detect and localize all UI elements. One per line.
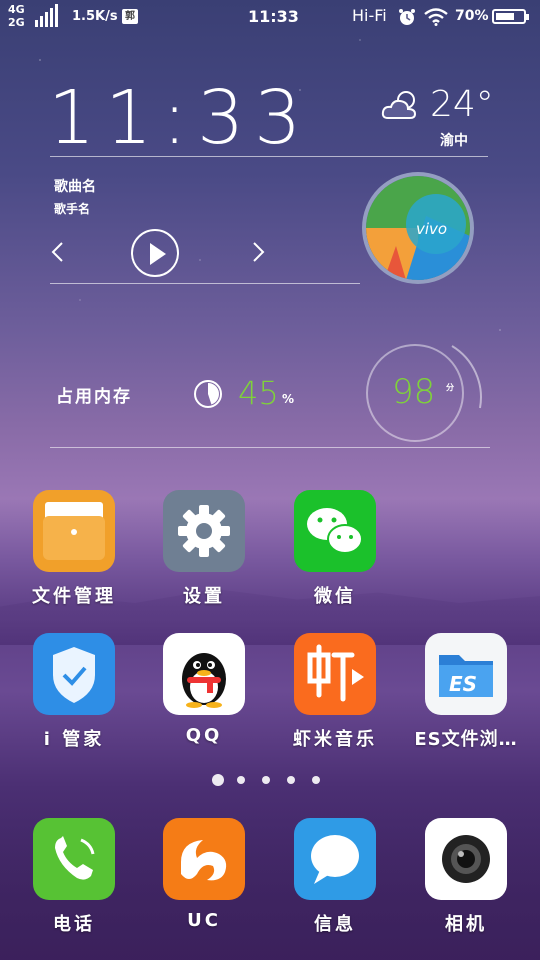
page-dot[interactable] — [262, 776, 270, 784]
app-file-manager[interactable]: 文件管理 — [19, 490, 129, 608]
app-label: 电话 — [53, 914, 95, 935]
alarm-icon — [399, 9, 415, 25]
page-indicator — [212, 774, 328, 786]
divider — [50, 447, 490, 448]
svg-text:ES: ES — [449, 672, 477, 696]
app-label: ES文件浏… — [414, 729, 518, 750]
memory-percent: 45 — [238, 374, 279, 412]
app-es-file-explorer[interactable]: ES ES文件浏… — [411, 633, 521, 751]
camera-icon — [425, 818, 507, 900]
page-dot[interactable] — [287, 776, 295, 784]
temperature: 24° — [430, 84, 494, 125]
xiami-icon — [294, 633, 376, 715]
app-wechat[interactable]: 微信 — [280, 490, 390, 608]
battery-icon — [492, 9, 529, 24]
wifi-icon — [424, 8, 448, 26]
divider — [50, 156, 488, 157]
next-track-button[interactable] — [248, 240, 268, 264]
message-bubble-icon — [294, 818, 376, 900]
battery-percent: 70% — [455, 8, 489, 24]
penguin-icon — [163, 633, 245, 715]
clock-time[interactable]: 11:33 — [48, 78, 311, 158]
app-label: 虾米音乐 — [293, 729, 377, 750]
app-label: i 管家 — [43, 729, 105, 750]
app-uc-browser[interactable]: UC — [149, 818, 259, 931]
previous-track-button[interactable] — [48, 240, 68, 264]
app-label: 信息 — [314, 914, 356, 935]
app-label: 相机 — [445, 914, 487, 935]
gear-icon — [163, 490, 245, 572]
uc-squirrel-icon — [163, 818, 245, 900]
play-button[interactable] — [131, 229, 179, 277]
status-time: 11:33 — [248, 7, 299, 26]
boost-score[interactable]: 98 — [392, 372, 435, 412]
app-label: 微信 — [314, 586, 356, 607]
hifi-label: Hi-Fi — [352, 6, 387, 25]
app-label: 设置 — [183, 586, 225, 607]
app-i-manager[interactable]: i 管家 — [19, 633, 129, 751]
network-speed: 1.5K/s — [72, 9, 118, 24]
memory-percent-unit: % — [282, 392, 295, 406]
shield-icon — [33, 633, 115, 715]
city-name: 渝中 — [440, 133, 468, 149]
network-type: 4G 2G — [8, 3, 25, 29]
phone-icon — [33, 818, 115, 900]
app-label: QQ — [185, 725, 223, 746]
artist-name: 歌手名 — [54, 202, 91, 216]
app-camera[interactable]: 相机 — [411, 818, 521, 936]
signal-icon — [35, 4, 58, 27]
page-dot[interactable] — [312, 776, 320, 784]
app-settings[interactable]: 设置 — [149, 490, 259, 608]
app-xiami-music[interactable]: 虾米音乐 — [280, 633, 390, 751]
message-box-icon: 郭 — [122, 9, 138, 24]
app-qq[interactable]: QQ — [149, 633, 259, 746]
divider — [50, 283, 360, 284]
song-title: 歌曲名 — [54, 179, 96, 195]
boost-unit: 分 — [446, 383, 454, 392]
wechat-icon — [294, 490, 376, 572]
memory-pie-icon — [194, 380, 222, 408]
page-dot[interactable] — [237, 776, 245, 784]
partly-cloudy-icon — [381, 91, 417, 119]
app-messages[interactable]: 信息 — [280, 818, 390, 936]
app-label: 文件管理 — [32, 586, 116, 607]
memory-label: 占用内存 — [56, 387, 132, 407]
vivo-logo: vivo — [416, 220, 448, 238]
app-phone[interactable]: 电话 — [19, 818, 129, 936]
app-label: UC — [187, 910, 221, 931]
page-dot[interactable] — [212, 774, 224, 786]
es-folder-icon: ES — [425, 633, 507, 715]
status-bar: 4G 2G 1.5K/s 郭 11:33 Hi-Fi 70% — [0, 0, 540, 34]
folder-icon — [33, 490, 115, 572]
